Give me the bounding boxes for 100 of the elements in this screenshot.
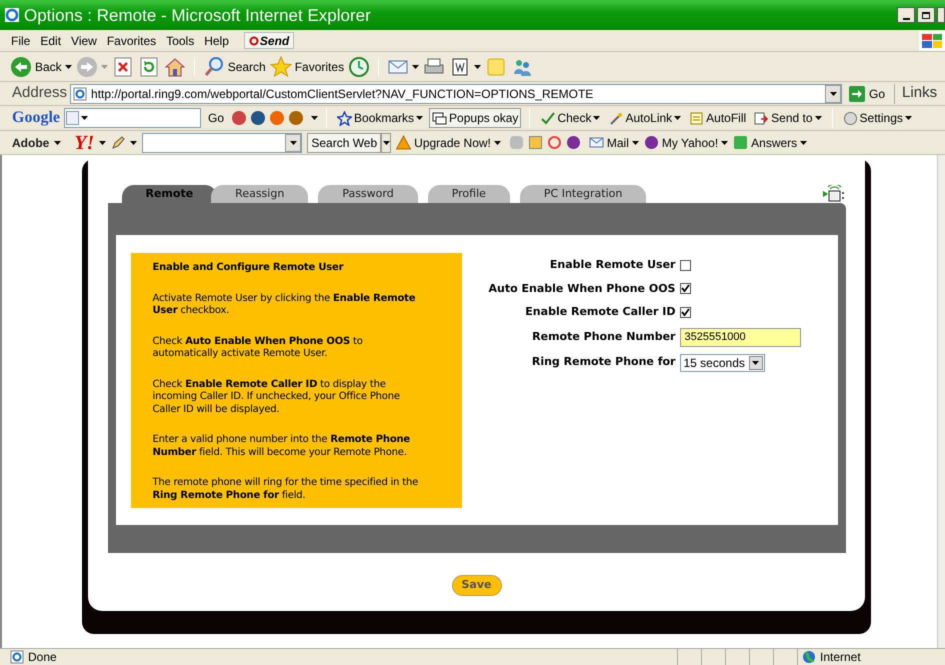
caret-icon [474, 64, 482, 68]
phone-number-field[interactable]: 3525551000 [680, 328, 802, 346]
field-label: Enable Remote User [548, 257, 676, 273]
toolbar-button[interactable]: My Yahoo! [644, 134, 728, 152]
caret-icon [382, 140, 390, 144]
window-title: Options : Remote - Microsoft Internet Explorer [24, 6, 371, 24]
help-title: Enable and Configure Remote User [152, 262, 344, 274]
toolbar-button[interactable]: Settings [840, 108, 914, 128]
toolbar-button[interactable]: AutoFill [687, 108, 748, 128]
google-search-field[interactable] [64, 108, 201, 128]
restore-button[interactable] [917, 7, 935, 23]
toolbar-button[interactable]: AutoLink [606, 108, 684, 128]
menu-item[interactable]: Help [199, 32, 234, 50]
go-button[interactable]: Go [847, 84, 888, 102]
refresh-icon[interactable] [138, 56, 160, 78]
dropdown-button[interactable] [285, 134, 302, 152]
toolbar-icon[interactable] [566, 136, 580, 149]
toolbar-icon[interactable] [232, 111, 246, 125]
caret-icon [494, 140, 501, 144]
dropdown-button[interactable] [381, 132, 392, 152]
checkbox[interactable] [680, 306, 692, 318]
checkbox[interactable] [680, 260, 692, 271]
form-icon [689, 110, 704, 126]
toolbar-label[interactable]: Back [35, 58, 62, 76]
caret-icon [99, 140, 106, 144]
stop-icon[interactable] [112, 56, 134, 78]
pencil-icon [111, 136, 126, 150]
toolbar-button[interactable]: Upgrade Now! [396, 134, 501, 152]
caret-icon [416, 116, 424, 120]
help-paragraph: Activate Remote User by clicking the Enable Remote User checkbox. [152, 292, 416, 318]
caret-icon [130, 140, 138, 144]
status-text: Done [28, 649, 57, 665]
tab[interactable]: PC Integration [520, 185, 646, 203]
wand-icon [608, 110, 624, 126]
minimize-button[interactable] [897, 7, 915, 23]
toolbar-button[interactable]: Bookmarks [335, 108, 426, 128]
send-icon [754, 110, 770, 126]
star-icon[interactable] [270, 56, 292, 78]
caret-icon [64, 64, 72, 68]
browser-icon [4, 7, 20, 23]
zone-text: Internet [820, 649, 861, 665]
go-button[interactable]: Go [208, 109, 224, 127]
toolbar-button[interactable]: Check [538, 108, 602, 128]
toolbar-icon[interactable] [548, 136, 561, 149]
toolbar-button[interactable]: Answers [733, 134, 808, 152]
toolbar-button[interactable]: Mail [588, 134, 639, 152]
page-icon [10, 650, 24, 664]
house-icon[interactable] [164, 56, 186, 78]
ring-icon [248, 36, 259, 46]
checkbox[interactable] [680, 283, 692, 294]
caret-icon [830, 92, 837, 96]
caret-icon [904, 116, 912, 120]
toolbar-button[interactable]: Popups okay [429, 108, 522, 128]
dropdown-button[interactable] [748, 356, 763, 370]
caret-icon [752, 360, 760, 364]
yahoo-logo: Y! [74, 132, 94, 152]
caret-icon [81, 116, 88, 120]
menu-item[interactable]: Edit [35, 32, 66, 50]
toolbar-icon[interactable] [251, 111, 266, 125]
search-web-button[interactable]: Search Web [307, 132, 382, 152]
field-label: Auto Enable When Phone OOS [488, 280, 676, 296]
menu-item[interactable]: File [6, 32, 36, 50]
search-field[interactable] [142, 132, 302, 152]
menu-item[interactable]: View [66, 32, 102, 50]
duration-select[interactable]: 15 seconds [680, 354, 765, 372]
globe-icon [802, 650, 816, 664]
close-button[interactable] [937, 7, 945, 23]
address-label: Address [12, 83, 68, 104]
history-icon[interactable] [348, 56, 370, 78]
caret-icon [593, 116, 600, 120]
caret-icon [311, 116, 318, 120]
save-button[interactable]: Save [452, 575, 502, 596]
caret-icon [721, 140, 728, 144]
address-field[interactable]: http://portal.ring9.com/webportal/CustomClientServlet?NAV_FUNCTION=OPTIONS_REMOTE [70, 84, 842, 104]
caret-icon [814, 116, 822, 120]
toolbar-button[interactable]: Send to [752, 108, 824, 128]
toolbar-label[interactable]: Search [228, 58, 266, 76]
adobe-logo: Adobe [12, 134, 50, 152]
help-paragraph: The remote phone will ring for the time specified in the Ring Remote Phone for field. [152, 477, 420, 502]
dropdown-button[interactable] [825, 84, 842, 102]
page-icon [73, 86, 88, 100]
links-label[interactable]: Links [902, 82, 938, 105]
scrollbar[interactable] [937, 155, 945, 648]
toolbar-label[interactable]: Favorites [294, 58, 344, 76]
menu-item[interactable]: Favorites [102, 32, 162, 50]
caret-icon [412, 64, 420, 68]
toolbar-icon[interactable] [289, 111, 304, 125]
send-button[interactable]: Send [244, 32, 294, 49]
menu-item[interactable]: Tools [161, 32, 200, 50]
caret-icon [632, 140, 639, 144]
search-icon[interactable] [202, 56, 225, 78]
field-label: Remote Phone Number [531, 328, 676, 345]
tab[interactable]: Reassign [211, 185, 308, 203]
tab[interactable]: Profile [428, 185, 510, 203]
star-icon [337, 110, 352, 126]
toolbar-icon[interactable] [528, 136, 542, 149]
tab[interactable]: Password [318, 185, 418, 203]
toolbar-icon[interactable] [270, 111, 284, 125]
help-paragraph: Enter a valid phone number into the Remote Phone Number field. This will become your Remote Phone. [152, 434, 411, 459]
envelope-icon [588, 135, 604, 150]
